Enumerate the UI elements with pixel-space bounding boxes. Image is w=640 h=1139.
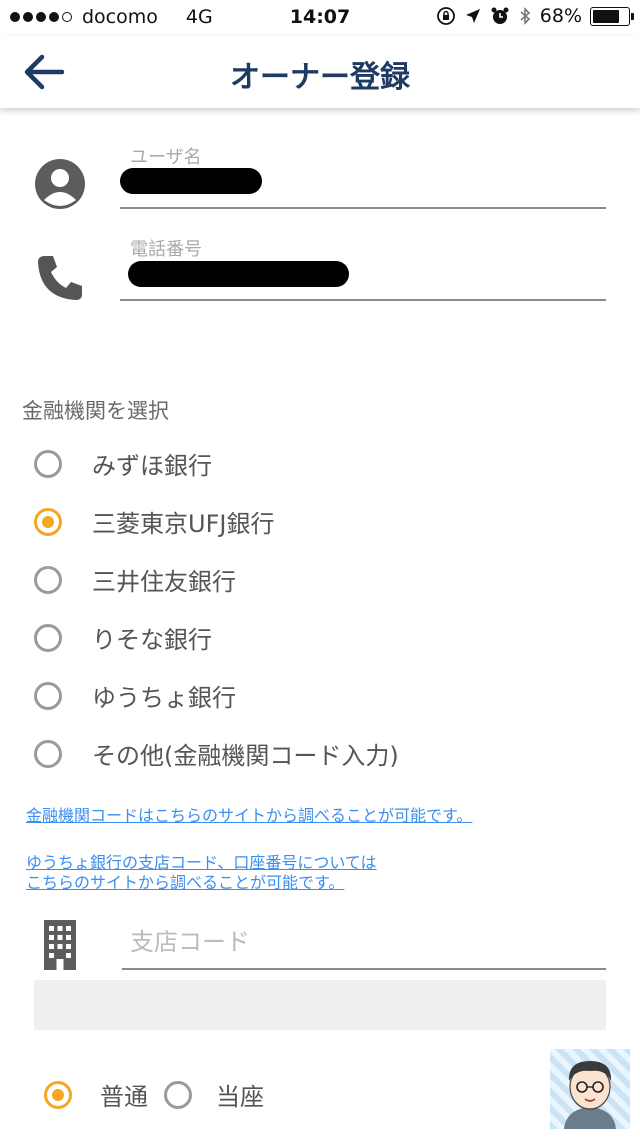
radio-button[interactable] [34,565,62,594]
phone-underline [120,299,606,301]
battery-percent: 68% [539,5,582,27]
radio-button[interactable] [34,681,62,710]
radio-button-checked[interactable] [44,1080,72,1109]
phone-icon [38,256,82,300]
app-header: オーナー登録 [0,36,640,108]
status-bar: docomo 4G 14:07 68% [0,0,640,36]
branch-code-input[interactable]: 支店コード [130,922,250,957]
bank-option-label: 三菱東京UFJ銀行 [92,510,275,538]
bank-option-mufg[interactable]: 三菱東京UFJ銀行 [34,504,274,539]
cartoon-face-icon [564,1061,616,1129]
username-label: ユーザ名 [130,147,202,168]
phone-label: 電話番号 [130,239,202,260]
bluetooth-icon [520,7,530,25]
bank-option-label: その他(金融機関コード入力) [92,742,399,770]
bank-option-smbc[interactable]: 三井住友銀行 [34,562,236,597]
account-number-field[interactable] [34,980,606,1030]
username-underline [120,207,606,209]
bank-section-label: 金融機関を選択 [22,399,169,423]
alarm-icon [491,7,509,24]
account-type-label: 普通 [100,1083,148,1111]
branch-code-underline [122,968,606,970]
radio-button[interactable] [164,1080,192,1109]
bank-option-other[interactable]: その他(金融機関コード入力) [34,736,399,771]
account-type-touza[interactable]: 当座 [164,1077,264,1112]
building-icon [44,920,76,970]
battery-icon [590,6,634,26]
bank-option-label: ゆうちょ銀行 [92,684,236,712]
bank-option-label: 三井住友銀行 [92,568,236,596]
bank-option-label: みずほ銀行 [92,452,212,480]
location-arrow-icon [465,9,480,23]
yucho-link-line2[interactable]: こちらのサイトから調べることが可能です。 [26,873,344,893]
username-value-redacted[interactable] [120,168,262,194]
radio-button[interactable] [34,739,62,768]
bank-option-mizuho[interactable]: みずほ銀行 [34,446,212,481]
status-right: 68% [436,5,634,27]
user-avatar-icon [35,159,85,209]
bank-option-label: りそな銀行 [92,626,212,654]
bank-code-link[interactable]: 金融機関コードはこちらのサイトから調べることが可能です。 [26,806,472,826]
bank-option-resona[interactable]: りそな銀行 [34,620,212,655]
account-type-label: 当座 [216,1083,264,1111]
yucho-link-line1[interactable]: ゆうちょ銀行の支店コード、口座番号については [26,853,377,873]
bank-option-yucho[interactable]: ゆうちょ銀行 [34,678,236,713]
radio-button[interactable] [34,623,62,652]
orientation-lock-icon [436,7,455,25]
author-avatar-image [550,1049,630,1129]
page-title: オーナー登録 [230,60,410,95]
account-type-futsu[interactable]: 普通 [44,1077,148,1112]
radio-button-checked[interactable] [34,507,62,536]
radio-button[interactable] [34,449,62,478]
phone-value-redacted[interactable] [128,261,349,287]
